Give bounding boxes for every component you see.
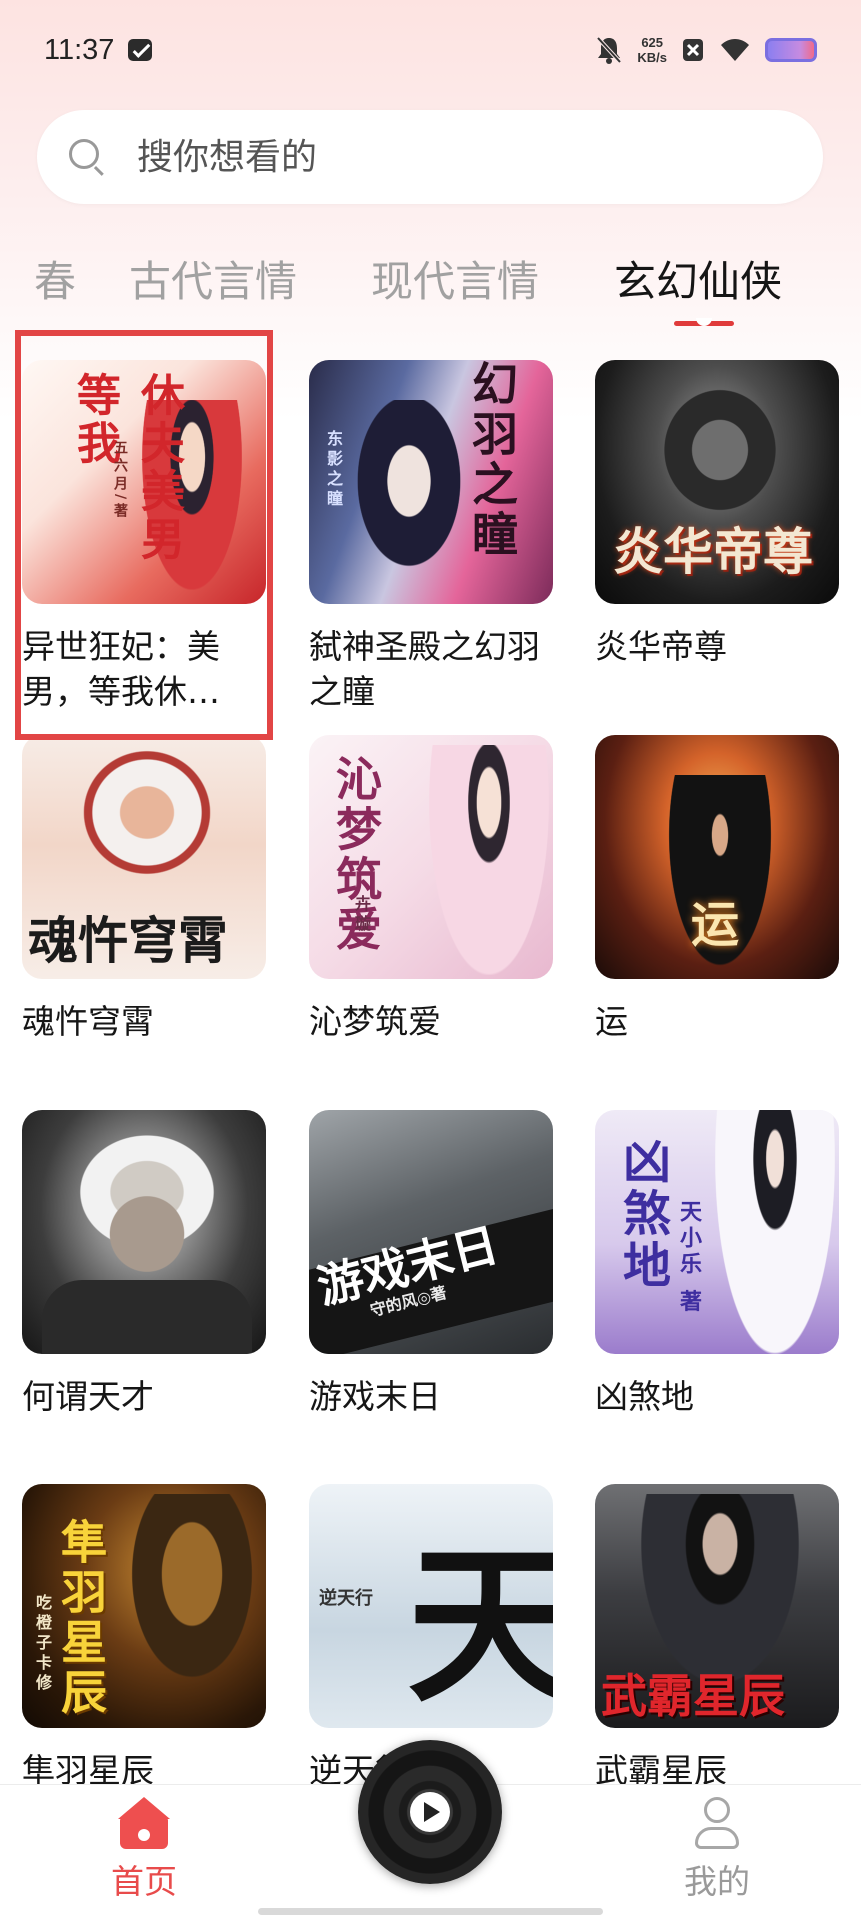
book-title[interactable]: 沁梦筑爱 [309, 999, 553, 1044]
book-cover[interactable]: 休夫美男等我 五六月/著 [22, 360, 266, 604]
book-cover-text: 武霸星辰 [601, 1669, 785, 1723]
book-cover-author: 天小乐 著 [676, 1200, 702, 1316]
book-cover[interactable]: 幻羽之瞳 东影之瞳 [309, 360, 553, 604]
book-cover[interactable] [22, 1110, 266, 1354]
book-cover[interactable]: 游戏末日 守的风◎著 [309, 1110, 553, 1354]
book-cover[interactable]: 武霸星辰 [595, 1484, 839, 1728]
home-indicator[interactable] [258, 1908, 603, 1915]
book-title[interactable]: 魂忤穹霄 [22, 999, 266, 1044]
book-cover[interactable]: 凶煞地 天小乐 著 [595, 1110, 839, 1354]
book-cover[interactable]: 沁梦筑爱 卉璇 [309, 735, 553, 979]
book-cover-text: 天 [407, 1526, 553, 1726]
nav-mine[interactable]: 我的 [657, 1797, 777, 1903]
book-cover-text: 幻羽之瞳 [465, 360, 519, 560]
category-tabs: 春 古代言情 现代言情 玄幻仙侠 [0, 248, 861, 328]
book-card[interactable]: 运 运 [595, 735, 839, 1044]
book-title[interactable]: 炎华帝尊 [595, 624, 839, 669]
book-cover-subtitle: 东影之瞳 [324, 430, 343, 510]
search-input[interactable] [137, 136, 737, 178]
network-speed-unit: KB/s [637, 50, 667, 65]
book-title[interactable]: 异世狂妃：美男，等我休… [22, 624, 266, 714]
book-title[interactable]: 凶煞地 [595, 1374, 839, 1419]
clock: 11:37 [44, 33, 115, 66]
book-cover-subtitle: 逆天行 [319, 1588, 373, 1609]
message-notification-icon [128, 39, 153, 61]
book-cover-text: 炎华帝尊 [613, 522, 813, 581]
book-title[interactable]: 运 [595, 999, 839, 1044]
sim-off-icon [683, 39, 703, 61]
book-cover-author: 卉璇 [352, 895, 371, 935]
search-icon [67, 137, 107, 177]
active-tab-indicator [674, 318, 734, 330]
book-cover[interactable]: 隼羽星辰 吃橙子卡修 [22, 1484, 266, 1728]
search-bar[interactable] [37, 110, 823, 204]
book-title[interactable]: 何谓天才 [22, 1374, 266, 1419]
book-card[interactable]: 武霸星辰 武霸星辰 [595, 1484, 839, 1793]
book-cover-text: 隼羽星辰 [54, 1518, 108, 1718]
status-right: 625 KB/s [595, 35, 817, 65]
book-cover[interactable]: 炎华帝尊 [595, 360, 839, 604]
book-cover[interactable]: 魂忤穹霄 [22, 735, 266, 979]
book-cover-text: 凶煞地 [614, 1136, 670, 1292]
book-title[interactable]: 游戏末日 [309, 1374, 553, 1419]
nav-mine-label: 我的 [684, 1862, 750, 1901]
tab-spring[interactable]: 春 [34, 248, 76, 309]
network-speed-value: 625 [641, 35, 664, 50]
book-card[interactable]: 魂忤穹霄 魂忤穹霄 [22, 735, 266, 1044]
user-icon [691, 1797, 743, 1851]
audio-player-disc[interactable] [358, 1740, 502, 1884]
wifi-icon [721, 39, 749, 61]
book-card[interactable]: 炎华帝尊 炎华帝尊 [595, 360, 839, 669]
status-left: 11:37 [44, 33, 153, 67]
book-card[interactable]: 何谓天才 [22, 1110, 266, 1419]
bell-muted-icon [596, 36, 622, 64]
play-icon[interactable] [410, 1792, 450, 1832]
book-card[interactable]: 隼羽星辰 吃橙子卡修 隼羽星辰 [22, 1484, 266, 1793]
home-icon [116, 1797, 172, 1851]
book-title[interactable]: 弑神圣殿之幻羽之瞳 [309, 624, 553, 714]
book-cover[interactable]: 天 逆天行 [309, 1484, 553, 1728]
book-cover[interactable]: 运 [595, 735, 839, 979]
nav-home[interactable]: 首页 [84, 1797, 204, 1903]
battery-icon [765, 38, 817, 62]
status-bar: 11:37 625 KB/s [0, 0, 861, 100]
book-card[interactable]: 休夫美男等我 五六月/著 异世狂妃：美男，等我休… [22, 360, 266, 714]
nav-home-label: 首页 [111, 1862, 177, 1901]
book-card[interactable]: 凶煞地 天小乐 著 凶煞地 [595, 1110, 839, 1419]
tab-ancient-romance[interactable]: 古代言情 [129, 248, 297, 309]
tab-xuanhuan-xianxia[interactable]: 玄幻仙侠 [614, 248, 782, 309]
network-speed: 625 KB/s [637, 35, 667, 65]
book-card[interactable]: 游戏末日 守的风◎著 游戏末日 [309, 1110, 553, 1419]
book-card[interactable]: 幻羽之瞳 东影之瞳 弑神圣殿之幻羽之瞳 [309, 360, 553, 714]
book-cover-text: 运 [691, 897, 740, 953]
book-cover-text: 魂忤穹霄 [28, 911, 228, 970]
book-cover-author: 五六月/著 [112, 440, 128, 522]
tab-modern-romance[interactable]: 现代言情 [371, 248, 539, 309]
book-cover-author: 吃橙子卡修 [33, 1594, 52, 1694]
book-card[interactable]: 沁梦筑爱 卉璇 沁梦筑爱 [309, 735, 553, 1044]
